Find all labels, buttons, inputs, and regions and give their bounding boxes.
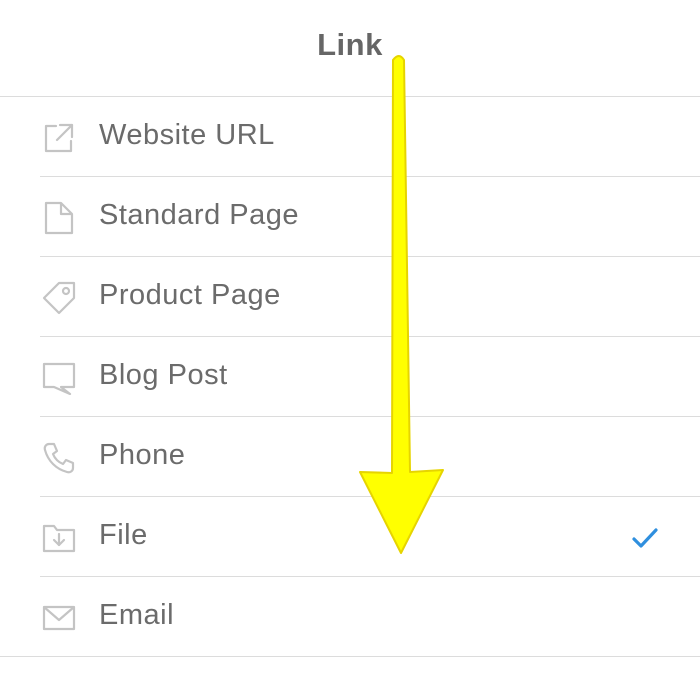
list-item-label: Standard Page — [99, 199, 299, 231]
list-item-email[interactable]: Email — [0, 577, 700, 657]
sheet-header: Link — [0, 0, 700, 97]
list-item-website-url[interactable]: Website URL — [0, 97, 700, 177]
list-item-label: Product Page — [99, 279, 281, 311]
list-item-label: Website URL — [99, 119, 275, 151]
list-item-label: Email — [99, 599, 175, 631]
tag-icon — [42, 281, 76, 315]
page-title: Link — [317, 27, 383, 62]
list-item-phone[interactable]: Phone — [0, 417, 700, 497]
sheet-footer-space — [0, 658, 700, 698]
link-type-list: Website URL Standard Page Product Page B… — [0, 97, 700, 657]
envelope-icon — [42, 601, 76, 635]
phone-icon — [42, 441, 76, 475]
checkmark-icon — [630, 523, 660, 553]
list-item-blog-post[interactable]: Blog Post — [0, 337, 700, 417]
link-picker-sheet: Link Website URL Standard Page Product P… — [0, 0, 700, 698]
list-item-label: Blog Post — [99, 359, 228, 391]
chat-bubble-icon — [42, 361, 76, 395]
divider — [0, 656, 700, 657]
list-item-standard-page[interactable]: Standard Page — [0, 177, 700, 257]
list-item-file[interactable]: File — [0, 497, 700, 577]
page-icon — [42, 201, 76, 235]
list-item-label: Phone — [99, 439, 186, 471]
list-item-product-page[interactable]: Product Page — [0, 257, 700, 337]
list-item-label: File — [99, 519, 148, 551]
external-link-icon — [42, 121, 76, 155]
file-download-icon — [42, 521, 76, 555]
